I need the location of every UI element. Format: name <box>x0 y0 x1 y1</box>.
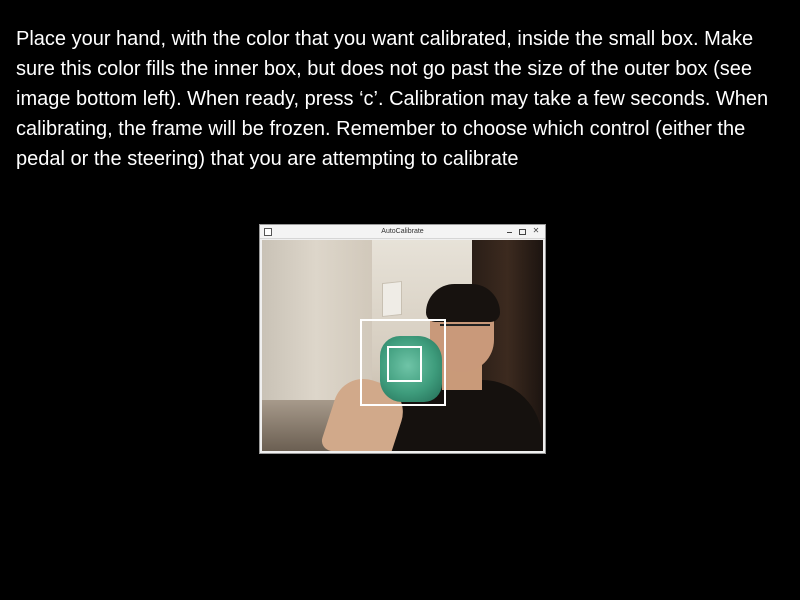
maximize-icon <box>518 229 526 235</box>
camera-person-glasses <box>440 324 490 336</box>
inner-calibration-box <box>387 346 422 382</box>
close-button[interactable]: ✕ <box>529 226 543 237</box>
camera-person-hair <box>426 284 500 322</box>
slide: Place your hand, with the color that you… <box>0 0 800 600</box>
maximize-button[interactable] <box>516 226 528 237</box>
minimize-icon <box>506 232 512 233</box>
minimize-button[interactable] <box>503 226 515 237</box>
close-icon: ✕ <box>532 226 540 235</box>
calibration-instructions: Place your hand, with the color that you… <box>16 28 769 170</box>
window-titlebar[interactable]: AutoCalibrate ✕ <box>260 225 545 239</box>
camera-feed <box>262 240 543 451</box>
camera-light-switch <box>382 280 402 318</box>
autocalibrate-window: AutoCalibrate ✕ <box>259 224 546 454</box>
